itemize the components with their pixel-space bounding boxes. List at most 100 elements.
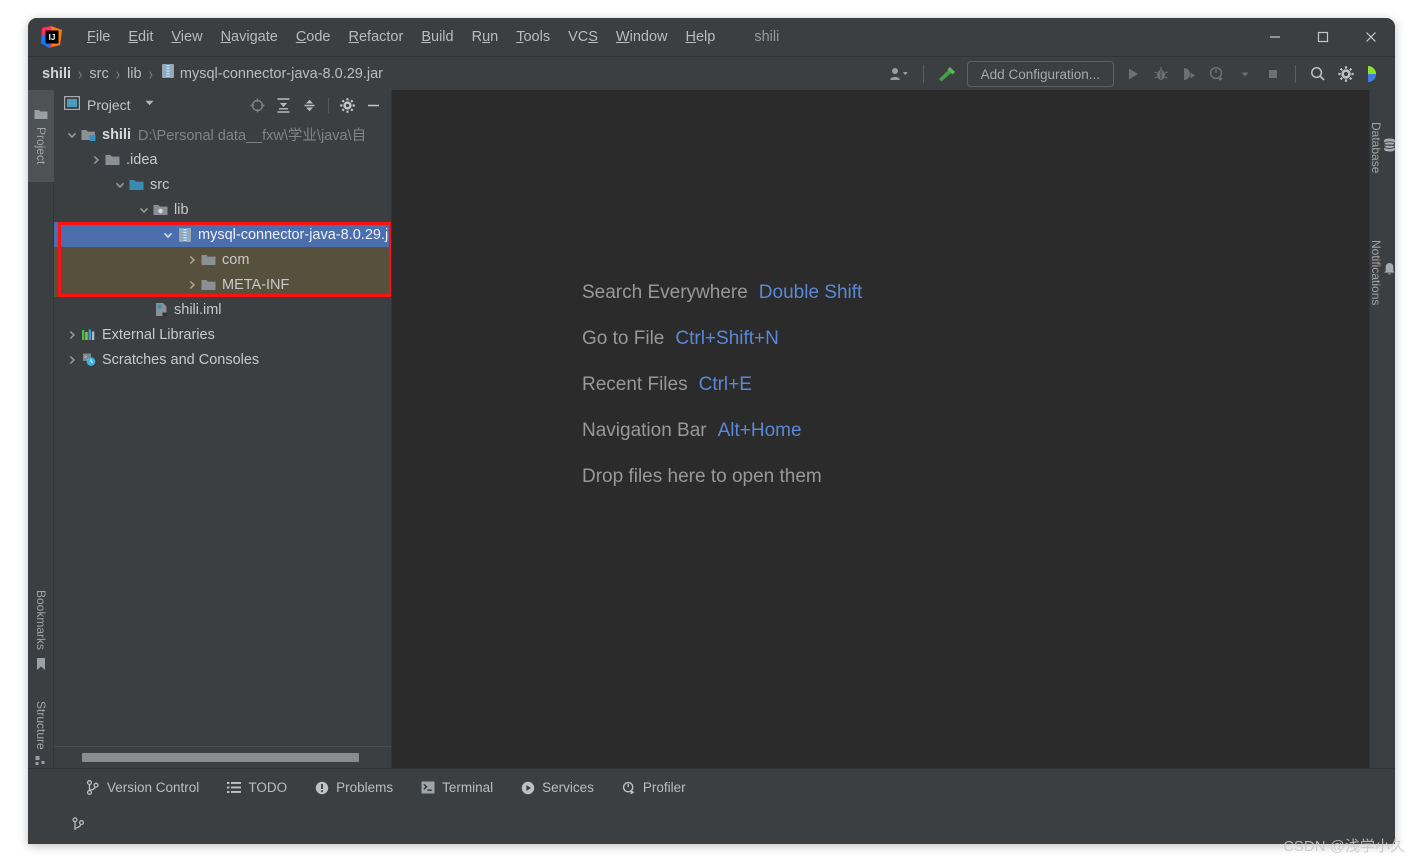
toolbar-divider [922, 65, 924, 83]
gear-icon[interactable] [336, 94, 359, 117]
status-item-version-control[interactable]: Version Control [72, 780, 213, 795]
chevron-expanded-icon[interactable] [160, 230, 176, 240]
sidebar-item-bookmarks[interactable]: Bookmarks [28, 582, 54, 682]
tree-row[interactable]: External Libraries [54, 322, 391, 347]
stop-icon[interactable] [1260, 61, 1286, 87]
chevron-collapsed-icon[interactable] [64, 355, 80, 365]
chevron-collapsed-icon[interactable] [88, 155, 104, 165]
breadcrumb-lib[interactable]: lib [127, 66, 142, 82]
breadcrumb-project[interactable]: shili [42, 66, 71, 82]
tree-row[interactable]: META-INF [54, 272, 391, 297]
tree-row[interactable]: src [54, 172, 391, 197]
chevron-collapsed-icon[interactable] [184, 280, 200, 290]
tip-shortcut: Alt+Home [717, 420, 802, 441]
user-accounts-icon[interactable] [886, 61, 914, 87]
locate-target-icon[interactable] [246, 94, 269, 117]
tip-label: Go to File [582, 328, 665, 349]
chevron-collapsed-icon[interactable] [64, 330, 80, 340]
chevron-expanded-icon[interactable] [136, 205, 152, 215]
tree-row[interactable]: mysql-connector-java-8.0.29.jar [54, 222, 391, 247]
tree-node-label: src [150, 176, 170, 193]
project-tree-horizontal-scrollbar[interactable] [54, 746, 391, 768]
ide-window: IJ File Edit View Navigate Code Refactor… [28, 18, 1395, 844]
tree-row[interactable]: >_ Scratches and Consoles [54, 347, 391, 372]
tip-recent-files: Recent Files Ctrl+E [582, 374, 862, 396]
status-item-problems[interactable]: Problems [301, 780, 407, 795]
status-item-todo[interactable]: TODO [213, 780, 301, 795]
chevron-down-icon[interactable] [1232, 61, 1258, 87]
panel-divider [328, 97, 329, 113]
search-icon[interactable] [1305, 61, 1331, 87]
tree-node-label: mysql-connector-java-8.0.29.jar [198, 226, 391, 243]
menu-refactor[interactable]: Refactor [340, 26, 413, 48]
collapse-all-icon[interactable] [298, 94, 321, 117]
bell-icon [1383, 262, 1395, 279]
tree-row[interactable]: shili.iml [54, 297, 391, 322]
maximize-icon[interactable] [1299, 18, 1347, 56]
menu-file[interactable]: File [78, 26, 119, 48]
chevron-down-icon[interactable] [143, 96, 156, 114]
tip-shortcut: Ctrl+Shift+N [675, 328, 779, 349]
breadcrumb-src[interactable]: src [89, 66, 108, 82]
toolbar-divider [1295, 65, 1296, 83]
project-tool-window: Project shili D:\Personal data__fxw\学业\j… [54, 90, 392, 768]
hide-panel-icon[interactable] [362, 94, 385, 117]
hammer-icon[interactable] [933, 61, 961, 87]
chevron-expanded-icon[interactable] [112, 180, 128, 190]
project-tree[interactable]: shili D:\Personal data__fxw\学业\java\自 .i… [54, 120, 391, 768]
window-controls [1251, 18, 1395, 56]
todo-list-icon [227, 781, 242, 794]
close-icon[interactable] [1347, 18, 1395, 56]
sidebar-item-notifications[interactable]: Notifications [1369, 210, 1395, 335]
tip-shortcut: Ctrl+E [698, 374, 752, 395]
services-icon [521, 781, 535, 795]
sidebar-item-structure[interactable]: Structure [28, 690, 54, 782]
status-item-profiler[interactable]: Profiler [608, 780, 700, 795]
tree-row[interactable]: lib [54, 197, 391, 222]
tip-label: Drop files here to open them [582, 466, 822, 487]
profiler-icon[interactable] [1204, 61, 1230, 87]
breadcrumb-jar[interactable]: mysql-connector-java-8.0.29.jar [180, 66, 383, 82]
tree-node-label: Scratches and Consoles [102, 351, 260, 368]
sidebar-item-notifications-label: Notifications [1369, 239, 1383, 306]
profiler-icon [622, 781, 636, 795]
run-icon[interactable] [1120, 61, 1146, 87]
menu-tools[interactable]: Tools [507, 26, 559, 48]
chevron-collapsed-icon[interactable] [184, 255, 200, 265]
main-body: Project Bookmarks Structure Project shil… [28, 90, 1395, 768]
scrollbar-thumb[interactable] [82, 753, 359, 762]
problems-icon [315, 781, 329, 795]
minimize-icon[interactable] [1251, 18, 1299, 56]
menu-window[interactable]: Window [607, 26, 677, 48]
menu-run[interactable]: Run [463, 26, 508, 48]
gear-icon[interactable] [1333, 61, 1359, 87]
sidebar-item-database[interactable]: Database [1369, 98, 1395, 198]
breadcrumb-separator: › [148, 63, 153, 84]
add-configuration-button[interactable]: Add Configuration... [966, 61, 1114, 87]
tree-row[interactable]: com [54, 247, 391, 272]
iml-file-icon [152, 302, 170, 318]
editor-area[interactable]: Search Everywhere Double Shift Go to Fil… [392, 90, 1369, 768]
tree-row[interactable]: .idea [54, 147, 391, 172]
chevron-expanded-icon[interactable] [64, 130, 80, 140]
jar-icon [161, 63, 175, 84]
tree-node-label: shili [102, 126, 132, 143]
intellij-idea-logo-icon: IJ [40, 25, 64, 49]
expand-all-icon[interactable] [272, 94, 295, 117]
debug-icon[interactable] [1148, 61, 1174, 87]
menu-help[interactable]: Help [676, 26, 724, 48]
status-item-label: TODO [248, 780, 288, 795]
status-item-services[interactable]: Services [507, 780, 608, 795]
ide-assistant-icon[interactable] [1361, 61, 1387, 87]
status-vcs-icon[interactable] [56, 806, 100, 844]
menu-code[interactable]: Code [287, 26, 340, 48]
menu-edit[interactable]: Edit [119, 26, 162, 48]
tree-row[interactable]: shili D:\Personal data__fxw\学业\java\自 [54, 122, 391, 147]
run-with-coverage-icon[interactable] [1176, 61, 1202, 87]
menu-view[interactable]: View [162, 26, 211, 48]
menu-navigate[interactable]: Navigate [212, 26, 287, 48]
sidebar-item-project[interactable]: Project [28, 90, 54, 182]
menu-build[interactable]: Build [412, 26, 462, 48]
menu-vcs[interactable]: VCS [559, 26, 607, 48]
status-item-terminal[interactable]: Terminal [407, 780, 507, 795]
